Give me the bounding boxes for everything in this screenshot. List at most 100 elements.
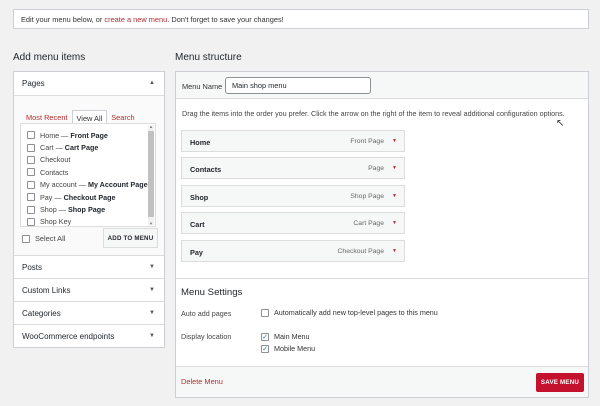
page-name: Shop [40,205,57,215]
list-item[interactable]: Pay — Checkout Page [27,191,148,203]
menu-item-title: Contacts [190,165,222,174]
notice-text-after: . Don't forget to save your changes! [167,15,284,24]
menu-item-home[interactable]: Home Front Page ▼ [181,130,405,152]
categories-section-header[interactable]: Categories ▼ [14,301,164,324]
menu-item-title: Cart [190,220,205,229]
list-item[interactable]: My account — My Account Page [27,179,148,191]
page-state: My Account Page [87,180,148,190]
scroll-up-icon[interactable]: ▲ [148,124,154,129]
pages-section-header[interactable]: Pages ▲ [14,72,164,95]
auto-add-checkbox[interactable] [261,308,269,317]
select-all-label: Select All [35,234,66,243]
expand-arrow-icon[interactable]: ▼ [149,333,155,339]
page-checkbox[interactable] [27,217,35,226]
page-checkbox[interactable] [27,193,35,202]
menu-structure-heading: Menu structure [175,52,242,63]
page-state: Shop Page [67,205,106,215]
menu-name-bar: Menu Name [176,72,588,99]
mobile-menu-label: Mobile Menu [274,344,316,353]
menu-structure-panel: Menu Name Drag the items into the order … [175,71,589,398]
save-menu-button[interactable]: SAVE MENU [536,373,584,392]
page-checkbox[interactable] [27,155,35,164]
menu-item-cart[interactable]: Cart Cart Page ▼ [181,212,405,234]
categories-section-title: Categories [22,309,61,318]
expand-arrow-icon[interactable]: ▼ [392,193,397,199]
woocommerce-endpoints-section-title: WooCommerce endpoints [22,332,115,341]
list-item[interactable]: Home — Front Page [27,129,148,141]
pages-section-title: Pages [22,79,45,88]
expand-arrow-icon[interactable]: ▼ [392,165,397,171]
list-item[interactable]: Checkout [27,154,148,166]
menu-item-contacts[interactable]: Contacts Page ▼ [181,157,405,179]
pages-list: Home — Front Page Cart — Cart Page Check… [27,129,148,228]
woocommerce-endpoints-section-header[interactable]: WooCommerce endpoints ▼ [14,324,164,347]
select-all-checkbox[interactable] [22,234,30,243]
page-checkbox[interactable] [27,205,35,214]
menu-item-title: Shop [190,193,209,202]
page-name: Checkout [40,155,71,165]
page-state: Front Page [70,130,108,140]
mobile-menu-checkbox[interactable]: ✓ [261,344,269,353]
expand-arrow-icon[interactable]: ▼ [149,287,155,293]
custom-links-section-title: Custom Links [22,286,71,295]
list-item[interactable]: Cart — Cart Page [27,141,148,153]
page-state: Checkout Page [63,192,116,202]
notice-text-before: Edit your menu below, or [21,15,105,24]
menu-item-type: Checkout Page [337,248,384,255]
location-main-menu[interactable]: ✓ Main Menu [261,332,310,341]
page-name: Home [40,130,60,140]
list-item[interactable]: Shop — Shop Page [27,203,148,215]
mouse-cursor-icon: ↖ [556,118,565,129]
expand-arrow-icon[interactable]: ▼ [149,264,155,270]
location-mobile-menu[interactable]: ✓ Mobile Menu [261,344,315,353]
pages-list-scrollbar[interactable]: ▲ ▼ [148,124,154,226]
expand-arrow-icon[interactable]: ▼ [392,248,397,254]
menu-item-title: Home [190,138,211,147]
page-name: Pay [40,192,53,202]
scroll-down-icon[interactable]: ▼ [148,221,154,226]
menu-item-type: Page [368,165,384,172]
select-all[interactable]: Select All [22,234,65,243]
custom-links-section-header[interactable]: Custom Links ▼ [14,278,164,301]
page-checkbox[interactable] [27,143,35,152]
expand-arrow-icon[interactable]: ▼ [392,138,397,144]
page-name: My account [40,180,77,190]
page-checkbox[interactable] [27,180,35,189]
main-menu-label: Main Menu [274,332,310,341]
menu-item-shop[interactable]: Shop Shop Page ▼ [181,185,405,207]
panel-footer: Delete Menu SAVE MENU [176,366,588,397]
menu-name-input[interactable] [225,77,371,94]
page-state: Cart Page [64,143,99,153]
delete-menu-link[interactable]: Delete Menu [181,377,223,386]
auto-add-pages-label: Auto add pages [181,309,232,318]
expand-arrow-icon[interactable]: ▼ [149,310,155,316]
page-name: Shop Key [40,217,72,227]
auto-add-option[interactable]: Automatically add new top-level pages to… [261,308,438,317]
main-menu-checkbox[interactable]: ✓ [261,332,269,341]
add-menu-items-heading: Add menu items [13,52,86,63]
page-checkbox[interactable] [27,168,35,177]
posts-section-title: Posts [22,263,43,272]
settings-divider [176,278,588,279]
menu-item-pay[interactable]: Pay Checkout Page ▼ [181,240,405,262]
menu-item-type: Cart Page [353,220,384,227]
expand-arrow-icon[interactable]: ▼ [392,220,397,226]
page-name: Cart [40,143,54,153]
menu-item-type: Shop Page [350,193,384,200]
menu-item-type: Front Page [350,138,384,145]
add-to-menu-button[interactable]: ADD TO MENU [103,228,158,248]
list-item[interactable]: Contacts [27,166,148,178]
list-item[interactable]: Shop Key [27,216,148,228]
notice-bar: Edit your menu below, or create a new me… [13,9,589,29]
collapse-arrow-icon[interactable]: ▲ [149,80,155,86]
pages-list-box: Home — Front Page Cart — Cart Page Check… [20,123,156,227]
menu-item-title: Pay [190,248,203,257]
instructions-text: Drag the items into the order you prefer… [182,109,565,118]
scrollbar-thumb[interactable] [148,131,154,217]
display-location-label: Display location [181,332,232,341]
page-name: Contacts [40,167,69,177]
auto-add-option-label: Automatically add new top-level pages to… [274,308,438,317]
page-checkbox[interactable] [27,131,35,140]
create-new-menu-link[interactable]: create a new menu [104,15,167,24]
posts-section-header[interactable]: Posts ▼ [14,255,164,278]
